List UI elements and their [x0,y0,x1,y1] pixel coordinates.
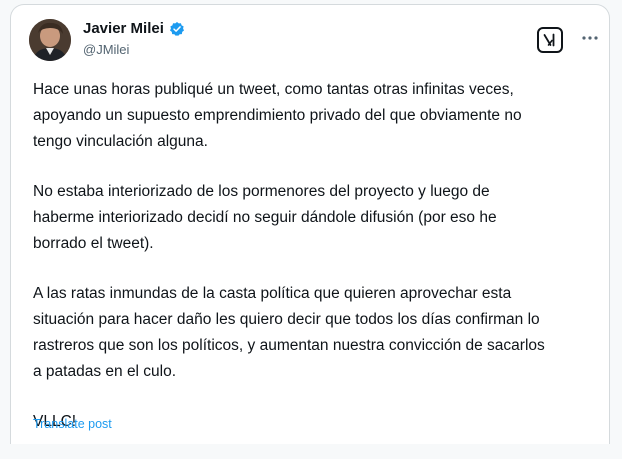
grok-icon [543,33,555,47]
author-display-name[interactable]: Javier Milei [83,20,164,37]
translate-post-link[interactable]: Translate post [33,417,112,431]
tweet-paragraph: A las ratas inmundas de la casta polític… [33,285,545,380]
tweet-paragraph: No estaba interiorizado de los pormenore… [33,183,497,252]
avatar[interactable] [29,19,71,61]
author-handle[interactable]: @JMilei [83,42,129,57]
more-horizontal-icon [582,36,598,40]
tweet-text: Hace unas horas publiqué un tweet, como … [33,77,593,459]
tweet-paragraph: Hace unas horas publiqué un tweet, como … [33,81,522,150]
tweet-card: Javier Milei @JMilei Hace unas horas pub… [10,4,610,444]
tweet-paragraph: VLLC! [33,413,77,430]
author-name-row: Javier Milei [83,20,185,37]
avatar-image [29,19,71,61]
grok-button[interactable] [537,27,563,53]
verified-badge-icon [169,21,185,37]
more-options-button[interactable] [579,27,601,49]
